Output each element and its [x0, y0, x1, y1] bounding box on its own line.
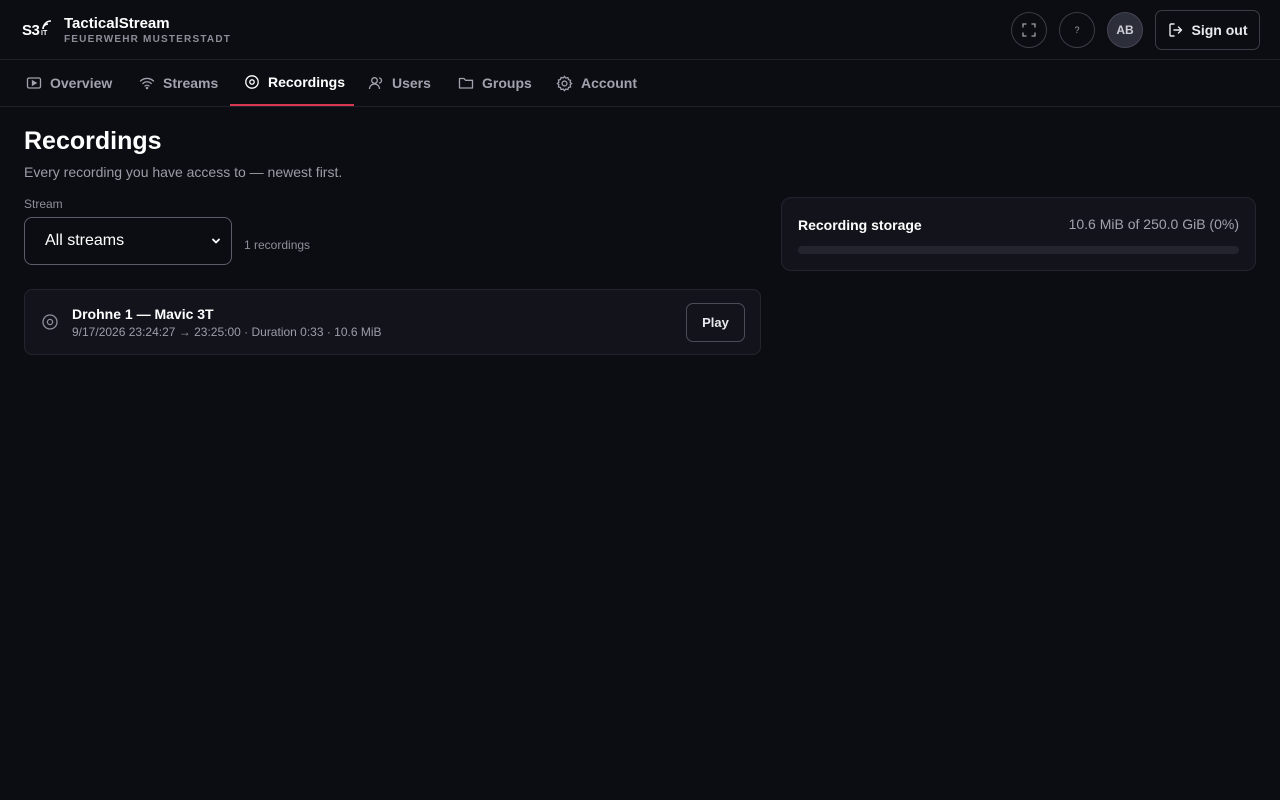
wifi-icon: [139, 77, 155, 90]
stream-filter-label: Stream: [24, 197, 63, 211]
help-icon: ?: [1074, 25, 1080, 35]
tab-streams[interactable]: Streams: [125, 60, 232, 106]
record-icon: [245, 75, 259, 89]
tab-groups[interactable]: Groups: [444, 60, 546, 106]
tab-label: Overview: [50, 75, 113, 91]
logo-sub: IT: [41, 30, 48, 37]
stream-select[interactable]: All streams: [24, 217, 232, 265]
page-title: Recordings: [24, 127, 162, 155]
storage-title: Recording storage: [798, 217, 922, 233]
tab-label: Users: [392, 75, 431, 91]
record-icon: [42, 314, 58, 330]
recordings-count: 1 recordings: [244, 238, 311, 252]
storage-value: 10.6 MiB of 250.0 GiB (0%): [1068, 216, 1239, 232]
sign-out-icon: [1168, 23, 1182, 37]
sign-out-label: Sign out: [1191, 22, 1248, 38]
play-icon: [26, 77, 42, 89]
main-nav: Overview Streams Recordings Users Groups…: [0, 60, 1280, 107]
app-header: S3 IT TacticalStream FEUERWEHR MUSTERSTA…: [0, 0, 1280, 60]
tab-overview[interactable]: Overview: [12, 60, 126, 106]
sign-out-button[interactable]: Sign out: [1155, 10, 1260, 50]
list-item: Drohne 1 — Mavic 3T 9/17/2026 23:24:27 →…: [24, 289, 761, 355]
play-button[interactable]: Play: [686, 303, 745, 342]
fullscreen-button[interactable]: [1011, 12, 1047, 48]
tab-recordings[interactable]: Recordings: [230, 60, 354, 106]
tab-label: Groups: [482, 75, 532, 91]
brand-subtitle: FEUERWEHR MUSTERSTADT: [64, 34, 232, 45]
tab-users[interactable]: Users: [354, 60, 445, 106]
stream-select-value: All streams: [45, 232, 125, 249]
storage-card: Recording storage 10.6 MiB of 250.0 GiB …: [781, 197, 1256, 271]
storage-progress-bar: [798, 246, 1239, 254]
tab-label: Account: [581, 75, 637, 91]
avatar[interactable]: AB: [1107, 12, 1143, 48]
tab-account[interactable]: Account: [542, 60, 651, 106]
brand-title: TacticalStream: [64, 15, 170, 32]
recording-title: Drohne 1 — Mavic 3T: [72, 306, 214, 322]
logo-text: S3: [22, 22, 40, 39]
chevron-down-icon: [212, 238, 220, 244]
user-icon: [368, 77, 383, 90]
gear-icon: [556, 74, 573, 92]
folder-icon: [458, 77, 474, 89]
signal-icon: [42, 20, 52, 30]
tab-label: Streams: [163, 75, 219, 91]
brand-logo[interactable]: S3 IT: [22, 20, 52, 40]
tab-label: Recordings: [268, 74, 346, 90]
page-subtitle: Every recording you have access to — new…: [24, 164, 343, 180]
recording-meta: 9/17/2026 23:24:27 → 23:25:00 · Duration…: [72, 325, 382, 339]
fullscreen-icon: [1022, 23, 1036, 37]
help-button[interactable]: ?: [1059, 12, 1095, 48]
